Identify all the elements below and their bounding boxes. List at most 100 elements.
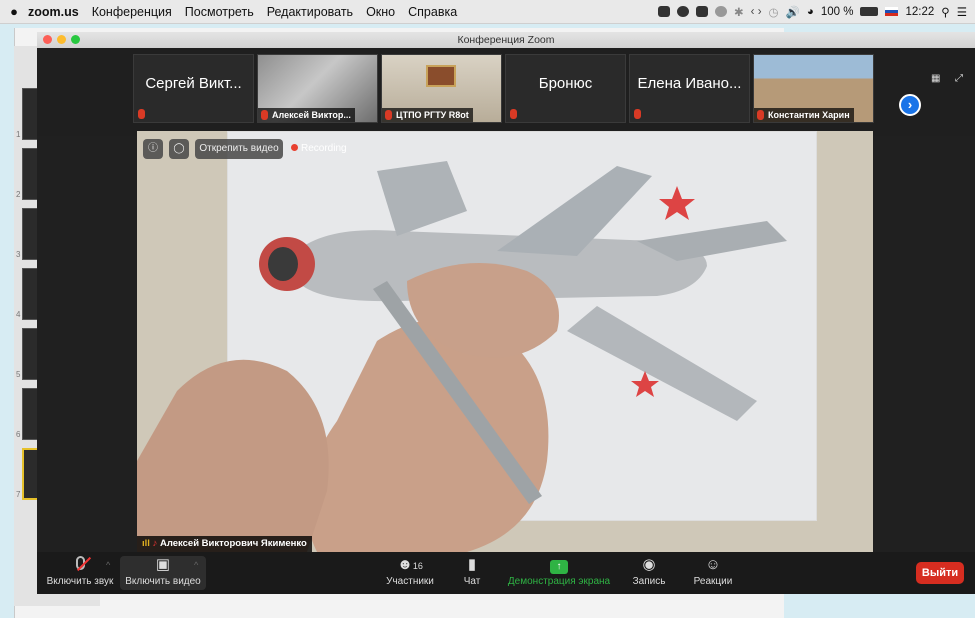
list-icon[interactable]: ☰ (957, 5, 967, 19)
painting-on-wall (426, 65, 456, 87)
minimize-window-button[interactable] (57, 35, 66, 44)
info-icon[interactable]: ⓘ (143, 139, 163, 159)
meeting-toolbar: Включить звук ^ ▣ Включить видео ^ ☻16 У… (37, 552, 975, 594)
security-shield-icon[interactable]: ◯ (169, 139, 189, 159)
slide-number: 3 (16, 250, 21, 259)
zoom-window-button[interactable] (71, 35, 80, 44)
slide-number: 1 (16, 130, 21, 139)
unmute-button[interactable]: Включить звук ^ (44, 556, 116, 587)
flag-ru-icon[interactable] (885, 7, 899, 16)
video-options-caret-icon[interactable]: ^ (194, 560, 198, 570)
unmute-label: Включить звук (46, 576, 114, 587)
skype-tray-icon[interactable] (677, 6, 690, 17)
muted-mic-icon (634, 109, 641, 119)
chat-button[interactable]: ▮ Чат (457, 556, 487, 587)
slide-number: 6 (16, 430, 21, 439)
time-machine-icon[interactable]: ◷ (769, 5, 779, 19)
window-controls (43, 35, 80, 44)
reactions-button[interactable]: ☺ Реакции (690, 556, 736, 587)
slide-number: 5 (16, 370, 21, 379)
menu-app[interactable]: zoom.us (28, 5, 79, 19)
mac-menu-bar: ● zoom.us Конференция Посмотреть Редакти… (0, 0, 975, 24)
signal-bars-icon: ıll (142, 538, 150, 549)
record-label: Запись (632, 576, 666, 587)
menu-help[interactable]: Справка (408, 5, 457, 19)
search-icon[interactable]: ⚲ (941, 5, 949, 19)
muted-mic-icon (385, 110, 392, 120)
wifi-icon[interactable]: ◕ (807, 6, 814, 18)
slide-number: 7 (16, 490, 21, 499)
window-title: Конференция Zoom (457, 34, 555, 46)
recording-label: Recording (301, 143, 347, 154)
close-window-button[interactable] (43, 35, 52, 44)
recording-indicator: Recording (291, 139, 347, 159)
desktop: ● zoom.us Конференция Посмотреть Редакти… (0, 0, 975, 618)
participants-count: 16 (412, 561, 423, 571)
menu-view[interactable]: Посмотреть (185, 5, 254, 19)
participant-name: Сергей Викт... (145, 75, 242, 92)
participant-thumbnail[interactable]: Константин Харин (753, 54, 874, 123)
apple-icon[interactable]: ● (0, 4, 28, 19)
record-icon: ◉ (642, 556, 656, 573)
participant-thumbnail[interactable]: Алексей Виктор... (257, 54, 378, 123)
battery-icon[interactable] (860, 7, 879, 16)
next-page-button[interactable]: › (899, 94, 921, 116)
fullscreen-icon[interactable]: ⤢ (955, 73, 963, 84)
chat-icon: ▮ (467, 556, 477, 573)
participant-caption: Алексей Виктор... (258, 108, 355, 122)
share-screen-icon: ↑ (507, 556, 611, 574)
participant-name: Бронюс (538, 75, 593, 92)
muted-mic-icon: ♪ (152, 538, 158, 549)
arrows-icon[interactable]: ‹ › (751, 6, 762, 18)
muted-mic-icon (261, 110, 268, 120)
window-titlebar: Конференция Zoom (37, 32, 975, 48)
bluetooth-icon[interactable]: ✱ (734, 5, 744, 19)
menu-edit[interactable]: Редактировать (267, 5, 353, 19)
muted-mic-icon (510, 109, 517, 119)
participant-name: Константин Харин (768, 110, 850, 120)
clock[interactable]: 12:22 (905, 6, 934, 18)
recording-dot-icon (291, 144, 298, 151)
slide-number: 4 (16, 310, 21, 319)
unpin-video-button[interactable]: Открепить видео (195, 139, 283, 159)
active-speaker-video[interactable]: ⓘ ◯ Открепить видео Recording ıll ♪ Алек… (137, 131, 873, 552)
slide-number: 2 (16, 190, 21, 199)
gallery-view-icon[interactable]: ▦ (931, 73, 940, 84)
participant-caption: ЦТПО РГТУ R8ot (382, 108, 473, 122)
sync-tray-icon[interactable] (715, 6, 728, 17)
participant-thumbnail[interactable]: Бронюс (505, 54, 626, 123)
app-tray-icon[interactable] (696, 6, 709, 17)
volume-icon[interactable]: 🔊 (786, 5, 800, 19)
participant-name: ЦТПО РГТУ R8ot (396, 110, 469, 120)
participant-name: Алексей Виктор... (272, 110, 351, 120)
participant-caption: Константин Харин (754, 108, 854, 122)
participants-icon: ☻16 (397, 556, 423, 573)
video-scene-model-plane (137, 161, 787, 552)
menu-conference[interactable]: Конференция (92, 5, 172, 19)
participant-name: Елена Ивано... (637, 75, 742, 92)
speaker-name-tag: ıll ♪ Алексей Викторович Якименко (137, 536, 312, 552)
reactions-smiley-icon: ☺ (705, 556, 721, 573)
participant-thumbnail-strip: Сергей Викт... Алексей Виктор... ЦТПО РГ… (37, 48, 975, 136)
audio-options-caret-icon[interactable]: ^ (106, 560, 110, 570)
start-video-label: Включить видео (125, 576, 201, 587)
share-screen-button[interactable]: ↑ Демонстрация экрана (507, 556, 611, 587)
muted-mic-icon (138, 109, 145, 119)
leave-meeting-button[interactable]: Выйти (916, 562, 964, 584)
record-button[interactable]: ◉ Запись (629, 556, 669, 587)
participant-thumbnail[interactable]: Елена Ивано... (629, 54, 750, 123)
battery-percent: 100 % (820, 5, 854, 18)
participants-button[interactable]: ☻16 Участники (384, 556, 436, 587)
muted-mic-icon (757, 110, 764, 120)
share-screen-label: Демонстрация экрана (507, 576, 611, 587)
participant-thumbnail[interactable]: ЦТПО РГТУ R8ot (381, 54, 502, 123)
menu-window[interactable]: Окно (366, 5, 395, 19)
speaker-name: Алексей Викторович Якименко (159, 538, 307, 549)
start-video-button[interactable]: ▣ Включить видео ^ (120, 556, 206, 590)
zoom-tray-icon[interactable] (658, 6, 671, 17)
participant-thumbnail[interactable]: Сергей Викт... (133, 54, 254, 123)
chat-label: Чат (463, 576, 481, 587)
status-tray: ✱ ‹ › ◷ 🔊 ◕ 100 % 12:22 ⚲ ☰ (658, 5, 975, 19)
reactions-label: Реакции (693, 576, 733, 587)
zoom-window: Конференция Zoom Сергей Викт... Алексей … (37, 32, 975, 594)
